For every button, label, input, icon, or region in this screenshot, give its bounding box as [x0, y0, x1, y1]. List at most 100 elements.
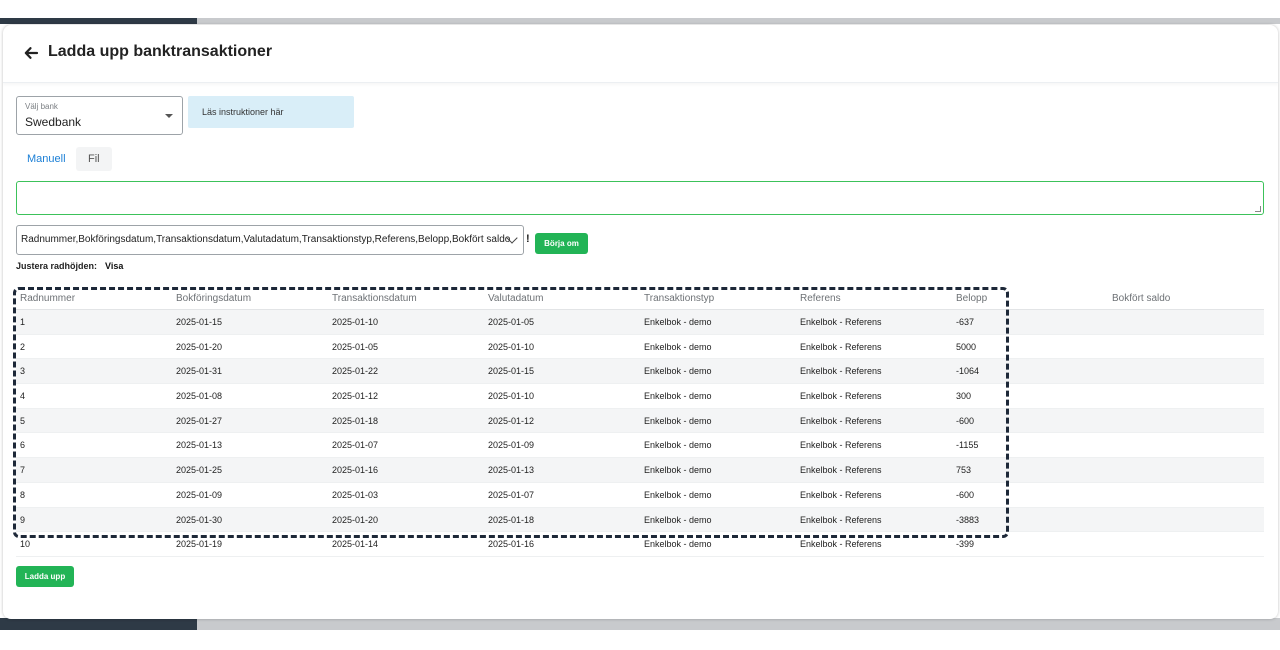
- cell-transaktionstyp: Enkelbok - demo: [644, 539, 712, 550]
- resize-handle-icon[interactable]: [1255, 206, 1261, 212]
- cell-referens: Enkelbok - Referens: [800, 366, 882, 377]
- cell-referens: Enkelbok - Referens: [800, 514, 882, 525]
- cell-transaktionsdatum: 2025-01-05: [332, 341, 379, 352]
- upload-dialog: Ladda upp banktransaktioner Välj bank Sw…: [3, 25, 1278, 619]
- column-order-select[interactable]: Radnummer,Bokföringsdatum,Transaktionsda…: [16, 225, 524, 255]
- tab-fil[interactable]: Fil: [76, 147, 112, 171]
- column-header-transaktionsdatum: Transaktionsdatum: [332, 293, 417, 304]
- cell-valutadatum: 2025-01-16: [488, 539, 535, 550]
- cell-belopp: -1064: [956, 366, 980, 377]
- table-row: 4 2025-01-08 2025-01-12 2025-01-10 Enkelbok …: [16, 384, 1264, 409]
- cell-transaktionstyp: Enkelbok - demo: [644, 514, 712, 525]
- cell-transaktionstyp: Enkelbok - demo: [644, 415, 712, 426]
- cell-transaktionstyp: Enkelbok - demo: [644, 317, 712, 327]
- instructions-link[interactable]: Läs instruktioner här: [188, 96, 354, 128]
- cell-transaktionsdatum: 2025-01-22: [332, 366, 379, 377]
- column-header-bokforingsdatum: Bokföringsdatum: [176, 293, 252, 304]
- table-row: 10 2025-01-19 2025-01-14 2025-01-16 Enkelbok…: [16, 532, 1264, 557]
- page-header: Ladda upp banktransaktioner: [3, 25, 1278, 83]
- cell-belopp: 300: [956, 391, 972, 402]
- cell-transaktionsdatum: 2025-01-07: [332, 440, 379, 451]
- row-height-label: Justera radhöjden:: [16, 261, 98, 271]
- row-height-control: Justera radhöjden: Visa: [16, 261, 123, 271]
- manual-input-textarea[interactable]: [16, 181, 1264, 215]
- arrow-left-icon[interactable]: [23, 45, 39, 61]
- table-row: 2 2025-01-20 2025-01-05 2025-01-10 Enkelbok …: [16, 335, 1264, 360]
- cell-transaktionsdatum: 2025-01-10: [332, 317, 379, 327]
- cell-radnummer: 9: [20, 514, 26, 525]
- cell-belopp: -600: [956, 489, 975, 500]
- column-header-transaktionstyp: Transaktionstyp: [644, 293, 715, 304]
- cell-transaktionsdatum: 2025-01-12: [332, 391, 379, 402]
- cell-referens: Enkelbok - Referens: [800, 415, 882, 426]
- cell-referens: Enkelbok - Referens: [800, 317, 882, 327]
- cell-transaktionstyp: Enkelbok - demo: [644, 341, 712, 352]
- cell-bokforingsdatum: 2025-01-19: [176, 539, 223, 550]
- cell-referens: Enkelbok - Referens: [800, 489, 882, 500]
- outer-frame-top-dark: [0, 18, 197, 24]
- table-header: Radnummer Bokföringsdatum Transaktionsda…: [16, 286, 1264, 310]
- cell-referens: Enkelbok - Referens: [800, 465, 882, 476]
- cell-valutadatum: 2025-01-13: [488, 465, 535, 476]
- cell-bokforingsdatum: 2025-01-20: [176, 341, 223, 352]
- table-row: 7 2025-01-25 2025-01-16 2025-01-13 Enkelbok …: [16, 458, 1264, 483]
- cell-valutadatum: 2025-01-09: [488, 440, 535, 451]
- column-header-bokfort-saldo: Bokfört saldo: [1112, 293, 1171, 304]
- table-row: 9 2025-01-30 2025-01-20 2025-01-18 Enkelbok …: [16, 507, 1264, 533]
- cell-bokforingsdatum: 2025-01-13: [176, 440, 223, 451]
- cell-radnummer: 4: [20, 391, 26, 402]
- cell-bokforingsdatum: 2025-01-09: [176, 489, 223, 500]
- cell-belopp: -1155: [956, 440, 979, 451]
- cell-valutadatum: 2025-01-18: [488, 514, 535, 525]
- cell-valutadatum: 2025-01-05: [488, 317, 535, 327]
- cell-transaktionstyp: Enkelbok - demo: [644, 391, 712, 402]
- cell-radnummer: 8: [20, 489, 26, 500]
- cell-transaktionstyp: Enkelbok - demo: [644, 489, 712, 500]
- cell-transaktionsdatum: 2025-01-16: [332, 465, 379, 476]
- cell-radnummer: 1: [20, 317, 26, 327]
- cell-belopp: -600: [956, 415, 975, 426]
- table-row: 8 2025-01-09 2025-01-03 2025-01-07 Enkelbok …: [16, 483, 1264, 508]
- cell-radnummer: 10: [20, 539, 31, 550]
- table-row: 1 2025-01-15 2025-01-10 2025-01-05 Enkelbok …: [16, 310, 1264, 335]
- cell-valutadatum: 2025-01-07: [488, 489, 535, 500]
- table-row: 5 2025-01-27 2025-01-18 2025-01-12 Enkelbok …: [16, 408, 1264, 434]
- bank-select-label: Välj bank: [25, 102, 58, 111]
- tab-manuell[interactable]: Manuell: [15, 147, 78, 171]
- cell-valutadatum: 2025-01-10: [488, 391, 535, 402]
- ladda-upp-button[interactable]: Ladda upp: [16, 566, 74, 587]
- cell-referens: Enkelbok - Referens: [800, 341, 882, 352]
- cell-belopp: -3883: [956, 514, 980, 525]
- table-row: 3 2025-01-31 2025-01-22 2025-01-15 Enkelbok …: [16, 359, 1264, 385]
- cell-bokforingsdatum: 2025-01-27: [176, 415, 223, 426]
- column-header-referens: Referens: [800, 293, 841, 304]
- cell-transaktionsdatum: 2025-01-14: [332, 539, 379, 550]
- cell-referens: Enkelbok - Referens: [800, 440, 882, 451]
- cell-bokforingsdatum: 2025-01-30: [176, 514, 223, 525]
- cell-referens: Enkelbok - Referens: [800, 391, 882, 402]
- column-header-belopp: Belopp: [956, 293, 988, 304]
- cell-valutadatum: 2025-01-10: [488, 341, 535, 352]
- borja-om-button[interactable]: Börja om: [535, 233, 588, 254]
- bank-select[interactable]: Välj bank Swedbank: [16, 96, 183, 135]
- cell-radnummer: 2: [20, 341, 26, 352]
- outer-frame-bottom-dark: [0, 618, 197, 630]
- cell-belopp: 753: [956, 465, 972, 476]
- cell-transaktionstyp: Enkelbok - demo: [644, 465, 712, 476]
- cell-radnummer: 3: [20, 366, 26, 377]
- cell-belopp: 5000: [956, 341, 977, 352]
- cell-bokforingsdatum: 2025-01-08: [176, 391, 223, 402]
- page-title: Ladda upp banktransaktioner: [48, 43, 273, 60]
- column-header-valutadatum: Valutadatum: [488, 293, 544, 304]
- cell-transaktionstyp: Enkelbok - demo: [644, 366, 712, 377]
- cell-belopp: -399: [956, 539, 975, 550]
- caret-down-icon: [165, 114, 173, 118]
- row-height-visa-link[interactable]: Visa: [105, 261, 123, 271]
- cell-transaktionsdatum: 2025-01-20: [332, 514, 379, 525]
- cell-bokforingsdatum: 2025-01-25: [176, 465, 223, 476]
- cell-referens: Enkelbok - Referens: [800, 539, 882, 550]
- transactions-table: Radnummer Bokföringsdatum Transaktionsda…: [16, 286, 1264, 557]
- cell-transaktionsdatum: 2025-01-03: [332, 489, 379, 500]
- cell-belopp: -637: [956, 317, 975, 327]
- warning-icon: !: [526, 233, 530, 245]
